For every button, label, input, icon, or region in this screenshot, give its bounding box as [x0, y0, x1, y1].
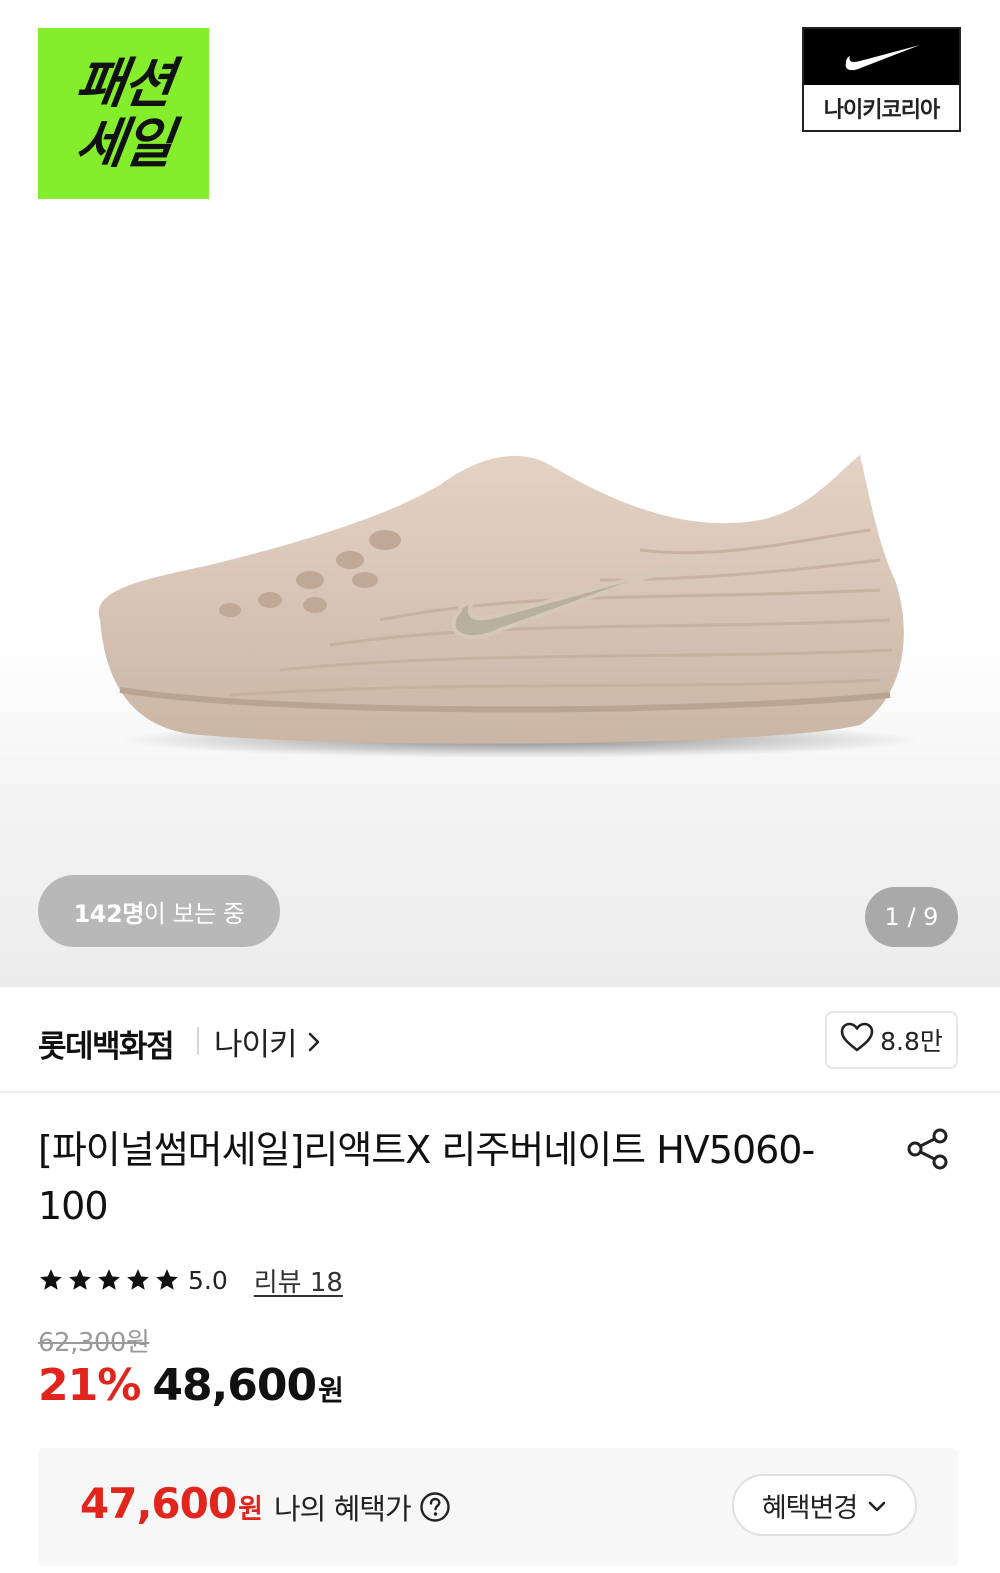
brand-badge-text: 나이키코리아 [823, 97, 940, 123]
image-page-indicator: 1 / 9 [865, 887, 958, 947]
star-icon [156, 1269, 178, 1290]
share-icon [907, 1128, 948, 1170]
sale-price: 48,600 [152, 1360, 317, 1411]
chevron-right-icon [307, 1030, 321, 1054]
share-button[interactable] [904, 1125, 952, 1173]
product-image-gallery[interactable]: 패션 세일 나이키코리아 142명 이 보는 중 1 / 9 [0, 0, 1000, 987]
viewers-suffix: 이 보는 중 [143, 899, 245, 928]
benefit-price-currency: 원 [238, 1494, 263, 1525]
brand-link-label: 나이키 [214, 1027, 298, 1063]
store-divider [197, 1027, 199, 1055]
live-viewers-badge: 142명 이 보는 중 [38, 875, 280, 947]
nike-swoosh-icon [845, 45, 920, 71]
benefit-price-value: 47,600 [80, 1479, 237, 1528]
rating-score: 5.0 [188, 1265, 228, 1295]
heart-icon [840, 1022, 874, 1058]
benefit-label-text: 나의 혜택가 [274, 1492, 412, 1526]
chevron-down-icon [867, 1490, 887, 1521]
store-row: 롯데백화점 나이키 8.8만 [0, 987, 1000, 1093]
review-link[interactable]: 리뷰 18 [254, 1262, 343, 1299]
benefit-price-box: 47,600 원 나의 혜택가 혜택변경 [38, 1448, 958, 1566]
benefit-price: 47,600 원 [80, 1479, 263, 1528]
star-icon [40, 1269, 62, 1290]
rating-row: 5.0 리뷰 18 [38, 1262, 343, 1298]
sale-badge-line2: 세일 [71, 111, 176, 175]
price-row: 21% 48,600 원 [38, 1360, 344, 1420]
like-button[interactable]: 8.8만 [825, 1011, 958, 1069]
star-icon [98, 1269, 120, 1290]
star-rating [38, 1267, 180, 1293]
nike-korea-badge: 나이키코리아 [802, 27, 961, 132]
star-icon [127, 1269, 149, 1290]
sale-badge-line1: 패션 [71, 51, 176, 115]
product-title: [파이널썸머세일]리액트X 리주버네이트 HV5060-100 [38, 1128, 815, 1228]
help-icon[interactable] [419, 1491, 451, 1523]
discount-rate: 21% [38, 1360, 141, 1411]
viewers-count: 142명 [73, 899, 145, 928]
change-benefit-button[interactable]: 혜택변경 [732, 1474, 917, 1536]
like-count: 8.8만 [880, 1027, 943, 1056]
star-icon [69, 1269, 91, 1290]
benefit-label: 나의 혜택가 [274, 1486, 451, 1528]
change-benefit-label: 혜택변경 [761, 1492, 858, 1524]
store-name[interactable]: 롯데백화점 [38, 1021, 175, 1066]
original-price: 62,300원 [38, 1328, 150, 1358]
fashion-sale-badge: 패션 세일 [38, 28, 209, 199]
brand-link[interactable]: 나이키 [214, 1019, 321, 1064]
product-shoe-image [98, 455, 920, 758]
sale-price-currency: 원 [318, 1374, 344, 1407]
